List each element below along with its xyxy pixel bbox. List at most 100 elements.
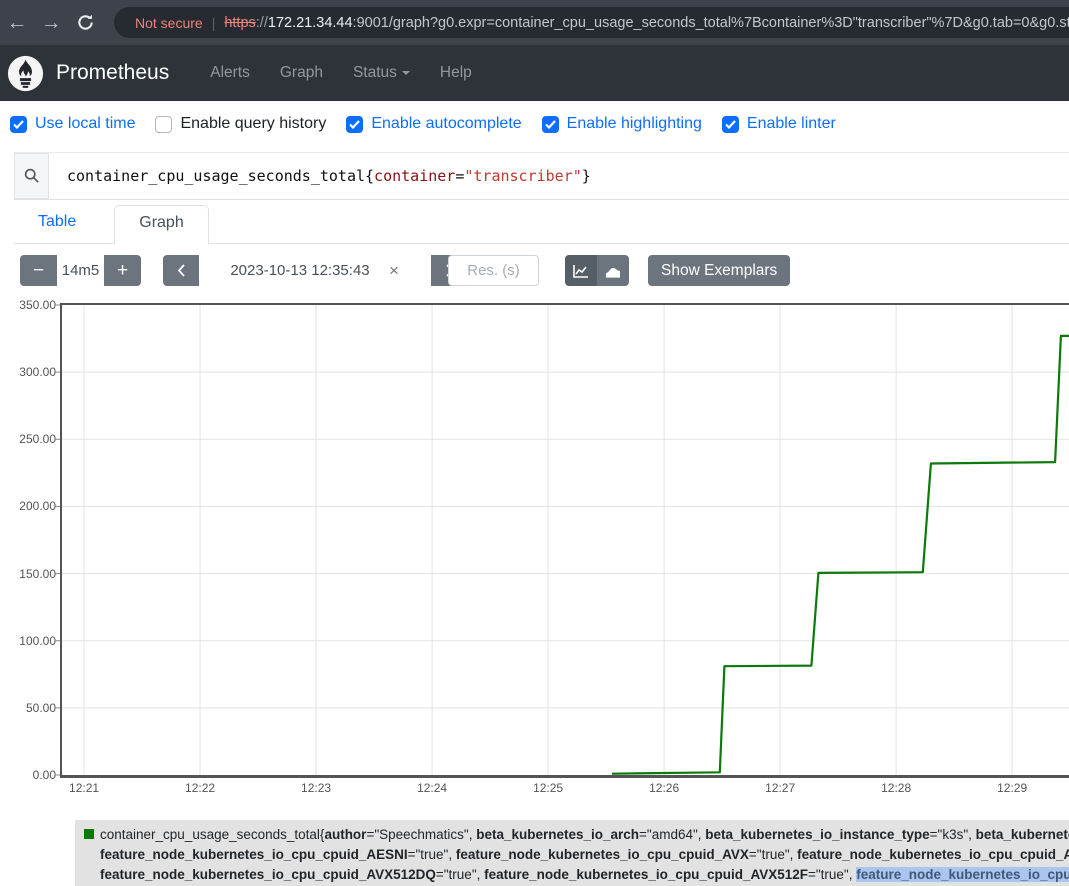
nav-item-alerts[interactable]: Alerts [195, 56, 265, 90]
line-chart-icon [573, 264, 589, 278]
promql-token: = [455, 167, 464, 185]
nav-item-status[interactable]: Status [338, 56, 425, 90]
result-tabs: Table Graph [14, 205, 1069, 244]
query-addon [14, 153, 49, 199]
legend-label-segment: ="amd64", [639, 827, 705, 842]
legend-label-segment: author [324, 827, 366, 842]
y-tick-label: 300.00 [4, 365, 56, 379]
y-tick-label: 200.00 [4, 499, 56, 513]
graph-toolbar: − + × [0, 255, 1069, 287]
x-tick-label: 12:29 [982, 781, 1042, 795]
option-label: Use local time [35, 115, 135, 133]
url-separator: :// [256, 15, 268, 31]
range-input-group: − + [20, 255, 141, 286]
legend-label-segment: feature_node_kubernetes_io_cpu_cpuid_AVX… [797, 847, 1069, 862]
x-tick-label: 12:27 [750, 781, 810, 795]
legend-label-segment: ="k3s", [930, 827, 976, 842]
stacked-chart-toggle-button[interactable] [597, 255, 629, 286]
url-path: :9001/graph?g0.expr=container_cpu_usage_… [353, 15, 1069, 31]
y-tick-label: 100.00 [4, 634, 56, 648]
legend-label-segment: ="true", [749, 847, 797, 862]
legend-text-line: feature_node_kubernetes_io_cpu_cpuid_AES… [100, 845, 1065, 865]
option-enable-linter[interactable]: Enable linter [722, 115, 836, 133]
promql-expression-input[interactable]: container_cpu_usage_seconds_total{contai… [49, 153, 1069, 199]
option-enable-highlighting[interactable]: Enable highlighting [542, 115, 702, 133]
x-tick-label: 12:26 [634, 781, 694, 795]
datetime-input[interactable] [199, 262, 389, 279]
option-label: Enable linter [747, 115, 836, 133]
checkbox-checked-icon[interactable] [346, 116, 363, 133]
x-tick-label: 12:22 [170, 781, 230, 795]
reload-icon[interactable] [68, 13, 102, 32]
legend-text-line: feature_node_kubernetes_io_cpu_cpuid_AVX… [100, 865, 1065, 885]
query-input-group: container_cpu_usage_seconds_total{contai… [14, 152, 1069, 200]
promql-token: } [582, 167, 591, 185]
back-icon[interactable]: ← [0, 11, 34, 35]
y-tick-label: 250.00 [4, 432, 56, 446]
previous-time-button[interactable] [163, 255, 199, 286]
datetime-input-group: × [163, 255, 467, 286]
clear-datetime-icon[interactable]: × [389, 261, 399, 281]
chart-type-toggle [565, 255, 629, 286]
option-label: Enable autocomplete [371, 115, 521, 133]
query-options-row: Use local time Enable query history Enable… [10, 115, 856, 133]
stacked-chart-icon [605, 264, 621, 278]
main-nav: AlertsGraphStatusHelp [195, 56, 487, 90]
x-tick-label: 12:24 [402, 781, 462, 795]
caret-down-icon [402, 71, 410, 75]
legend-label-segment: ="true", [408, 847, 456, 862]
datetime-field[interactable]: × [199, 255, 431, 286]
legend-label-segment: beta_kubernetes_io_arch [476, 827, 639, 842]
range-input[interactable] [57, 255, 104, 286]
plot-area[interactable] [60, 303, 1069, 778]
y-tick-label: 350.00 [4, 298, 56, 312]
legend-label-segment: container_cpu_usage_seconds_total{ [100, 827, 324, 842]
option-use-local-time[interactable]: Use local time [10, 115, 135, 133]
series-legend-item[interactable]: container_cpu_usage_seconds_total{author… [75, 820, 1069, 886]
address-bar[interactable]: Not secure | https://172.21.34.44:9001/g… [114, 7, 1069, 38]
option-enable-autocomplete[interactable]: Enable autocomplete [346, 115, 521, 133]
legend-label-segment: ="Speechmatics", [366, 827, 476, 842]
forward-icon[interactable]: → [34, 11, 68, 35]
x-tick-label: 12:21 [54, 781, 114, 795]
cpu-usage-line-chart [62, 305, 1069, 775]
address-divider: | [212, 15, 216, 31]
url-host: 172.21.34.44 [268, 15, 353, 31]
x-tick-label: 12:28 [866, 781, 926, 795]
y-tick-label: 50.00 [4, 701, 56, 715]
x-tick-label: 12:23 [286, 781, 346, 795]
checkbox-checked-icon[interactable] [722, 116, 739, 133]
x-tick-label: 12:25 [518, 781, 578, 795]
checkbox-unchecked-icon[interactable] [155, 116, 172, 133]
not-secure-label: Not secure [135, 15, 203, 31]
increase-range-button[interactable]: + [104, 255, 141, 286]
checkbox-checked-icon[interactable] [542, 116, 559, 133]
promql-token: container [374, 167, 455, 185]
legend-label-segment: feature_node_kubernetes_io_cpu_cpuid_AVX [456, 847, 749, 862]
search-icon [24, 168, 40, 184]
y-tick-label: 150.00 [4, 567, 56, 581]
chevron-left-icon [177, 264, 186, 277]
promql-token: container_cpu_usage_seconds_total{ [67, 167, 374, 185]
prometheus-logo-icon [7, 55, 44, 92]
option-label: Enable query history [180, 115, 326, 133]
url-scheme: https [224, 15, 255, 31]
tab-table[interactable]: Table [14, 205, 100, 243]
y-tick-label: 0.00 [4, 768, 56, 782]
legend-text-line: container_cpu_usage_seconds_total{author… [100, 825, 1065, 845]
resolution-input[interactable] [448, 255, 539, 286]
browser-toolbar: ← → Not secure | https://172.21.34.44:90… [0, 0, 1069, 45]
series-swatch-icon [84, 829, 94, 839]
nav-item-help[interactable]: Help [425, 56, 487, 90]
line-chart-toggle-button[interactable] [565, 255, 597, 286]
option-enable-query-history[interactable]: Enable query history [155, 115, 326, 133]
decrease-range-button[interactable]: − [20, 255, 57, 286]
prometheus-navbar: Prometheus AlertsGraphStatusHelp [0, 45, 1069, 101]
show-exemplars-button[interactable]: Show Exemplars [648, 255, 790, 286]
checkbox-checked-icon[interactable] [10, 116, 27, 133]
nav-item-graph[interactable]: Graph [265, 56, 338, 90]
option-label: Enable highlighting [567, 115, 702, 133]
legend-label-segment: beta_kubernetes_io_instance_type [705, 827, 929, 842]
tab-graph[interactable]: Graph [114, 205, 208, 244]
brand-title[interactable]: Prometheus [56, 61, 169, 85]
